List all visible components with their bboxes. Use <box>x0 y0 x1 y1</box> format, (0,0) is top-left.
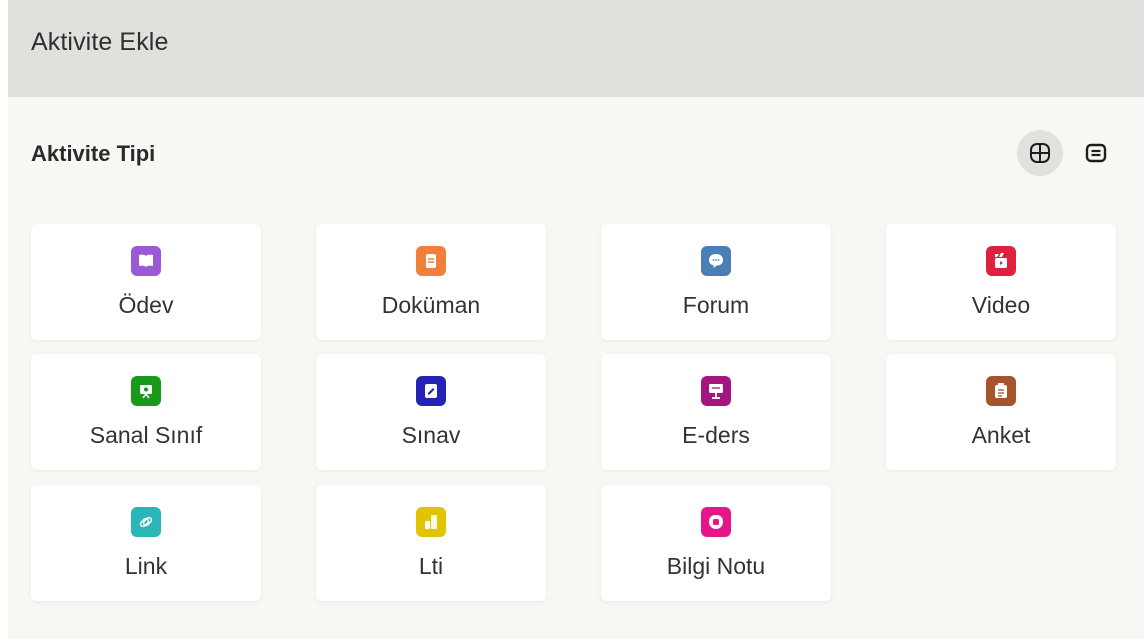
activity-card[interactable]: Sınav <box>316 354 546 470</box>
activity-card-label: Anket <box>971 422 1031 448</box>
list-view-icon <box>1085 143 1107 163</box>
document-icon <box>416 246 446 276</box>
book-icon <box>131 246 161 276</box>
activity-card[interactable]: Sanal Sınıf <box>31 354 261 470</box>
activity-card-label: Video <box>971 292 1031 318</box>
virtual-classroom-icon <box>131 376 161 406</box>
activity-card-label: E-ders <box>682 422 750 448</box>
info-note-icon <box>701 507 731 537</box>
chat-bubble-icon <box>701 246 731 276</box>
clipboard-icon <box>986 376 1016 406</box>
lti-icon <box>416 507 446 537</box>
exam-icon <box>416 376 446 406</box>
video-clapper-icon <box>986 246 1016 276</box>
list-view-button[interactable] <box>1073 130 1119 176</box>
activity-card-label: Sanal Sınıf <box>89 422 203 448</box>
add-activity-panel: Aktivite Ekle Aktivite Tipi Ödev Doküman F… <box>8 0 1144 639</box>
panel-title: Aktivite Ekle <box>31 28 169 56</box>
activity-card[interactable]: Ödev <box>31 224 261 340</box>
activity-card-label: Link <box>124 553 168 579</box>
activity-card-label: Bilgi Notu <box>666 553 766 579</box>
presentation-icon <box>701 376 731 406</box>
activity-card-label: Forum <box>682 292 750 318</box>
grid-view-icon <box>1030 143 1050 163</box>
panel-header: Aktivite Ekle <box>8 0 1144 97</box>
activity-card-label: Ödev <box>118 292 174 318</box>
activity-card-label: Doküman <box>381 292 481 318</box>
activity-card[interactable]: Anket <box>886 354 1116 470</box>
activity-card[interactable]: Doküman <box>316 224 546 340</box>
activity-card-label: Lti <box>418 553 444 579</box>
activity-card-label: Sınav <box>401 422 461 448</box>
section-title: Aktivite Tipi <box>31 141 156 166</box>
activity-card[interactable]: Bilgi Notu <box>601 485 831 601</box>
link-icon <box>131 507 161 537</box>
activity-card[interactable]: E-ders <box>601 354 831 470</box>
activity-card[interactable]: Video <box>886 224 1116 340</box>
activity-card[interactable]: Forum <box>601 224 831 340</box>
activity-card[interactable]: Link <box>31 485 261 601</box>
activity-card[interactable]: Lti <box>316 485 546 601</box>
grid-view-button[interactable] <box>1017 130 1063 176</box>
